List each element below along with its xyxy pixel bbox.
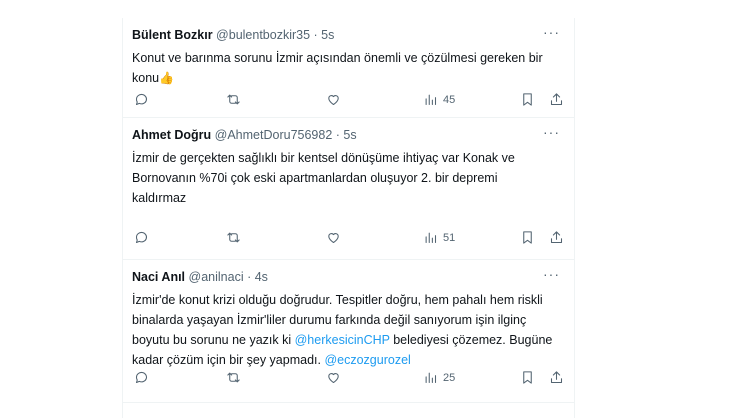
tweet-text-line: kaldırmaz xyxy=(132,191,187,205)
mention-link[interactable]: @herkesicinCHP xyxy=(295,333,390,347)
heart-icon xyxy=(328,233,339,244)
author-name[interactable]: Naci Anıl xyxy=(132,270,185,284)
tweet-feed: Bülent Bozkır @bulentbozkir35 · 5s ··· K… xyxy=(122,18,575,418)
retweet-icon xyxy=(227,372,240,383)
bookmark-icon xyxy=(523,371,532,384)
retweet-button[interactable] xyxy=(226,230,241,245)
views-button[interactable]: 51 xyxy=(423,230,455,245)
tweet-actions: 25 xyxy=(123,370,574,388)
tweet[interactable]: Bülent Bozkır @bulentbozkir35 · 5s ··· K… xyxy=(123,18,574,118)
tweet-text-line: kadar çözüm için bir şey yapmadı. @eczoz… xyxy=(132,350,557,370)
author-name[interactable]: Bülent Bozkır xyxy=(132,28,213,42)
tweet-text-fragment: belediyesi çözemez. Bugüne xyxy=(389,333,553,347)
tweet-text-fragment: konu xyxy=(132,71,160,85)
tweet-text: İzmir de gerçekten sağlıklı bir kentsel … xyxy=(132,148,557,208)
share-icon xyxy=(550,231,563,244)
more-options-icon[interactable]: ··· xyxy=(543,124,560,140)
bookmark-button[interactable] xyxy=(520,230,535,245)
bookmark-button[interactable] xyxy=(520,92,535,107)
author-handle[interactable]: @bulentbozkir35 · 5s xyxy=(216,28,334,42)
tweet-header: Bülent Bozkır @bulentbozkir35 · 5s xyxy=(132,28,334,42)
heart-icon xyxy=(328,95,339,106)
reply-icon xyxy=(135,371,147,384)
tweet-text-line: binalarda yaşayan İzmir'liler durumu far… xyxy=(132,313,527,327)
reply-icon xyxy=(135,231,147,244)
tweet-text-line: Konut ve barınma sorunu İzmir açısından … xyxy=(132,51,543,65)
bookmark-icon xyxy=(523,231,532,244)
author-handle[interactable]: @anilnaci · 4s xyxy=(189,270,268,284)
like-button[interactable] xyxy=(326,370,341,385)
views-icon xyxy=(425,94,437,106)
bookmark-icon xyxy=(523,93,532,106)
tweet-actions: 45 xyxy=(123,92,574,110)
tweet[interactable]: Ahmet Doğru @AhmetDoru756982 · 5s ··· İz… xyxy=(123,118,574,260)
tweet-text-line: İzmir de gerçekten sağlıklı bir kentsel … xyxy=(132,151,515,165)
views-button[interactable]: 25 xyxy=(423,370,455,385)
reply-icon xyxy=(135,93,147,106)
tweet-text-line: boyutu bu sorunu ne yazık ki @herkesicin… xyxy=(132,330,557,350)
tweet[interactable]: Naci Anıl @anilnaci · 4s ··· İzmir'de ko… xyxy=(123,260,574,403)
more-options-icon[interactable]: ··· xyxy=(543,24,560,40)
share-button[interactable] xyxy=(549,92,564,107)
views-count: 45 xyxy=(443,93,456,106)
views-count: 25 xyxy=(443,371,456,384)
reply-button[interactable] xyxy=(134,370,149,385)
views-icon xyxy=(425,232,437,244)
share-button[interactable] xyxy=(549,230,564,245)
retweet-button[interactable] xyxy=(226,92,241,107)
share-button[interactable] xyxy=(549,370,564,385)
views-button[interactable]: 45 xyxy=(423,92,455,107)
share-icon xyxy=(550,371,563,384)
like-button[interactable] xyxy=(326,230,341,245)
views-icon xyxy=(425,372,437,384)
like-button[interactable] xyxy=(326,92,341,107)
retweet-icon xyxy=(227,94,240,105)
retweet-button[interactable] xyxy=(226,370,241,385)
thumbs-up-emoji: 👍 xyxy=(159,71,175,85)
tweet-text: İzmir'de konut krizi olduğu doğrudur. Te… xyxy=(132,290,557,370)
more-options-icon[interactable]: ··· xyxy=(543,266,560,282)
tweet-text-line: İzmir'de konut krizi olduğu doğrudur. Te… xyxy=(132,293,543,307)
tweet-text-fragment: kadar çözüm için bir şey yapmadı. xyxy=(132,353,325,367)
mention-link[interactable]: @eczozgurozel xyxy=(324,353,410,367)
retweet-icon xyxy=(227,232,240,243)
reply-button[interactable] xyxy=(134,92,149,107)
author-name[interactable]: Ahmet Doğru xyxy=(132,128,211,142)
heart-icon xyxy=(328,373,339,384)
tweet-text-line: konu👍 xyxy=(132,68,557,88)
views-count: 51 xyxy=(443,231,456,244)
share-icon xyxy=(550,93,563,106)
author-handle[interactable]: @AhmetDoru756982 · 5s xyxy=(215,128,357,142)
tweet-text-fragment: boyutu bu sorunu ne yazık ki xyxy=(132,333,295,347)
tweet-header: Naci Anıl @anilnaci · 4s xyxy=(132,270,268,284)
tweet-text-line: Bornovanın %70i çok eski apartmanlardan … xyxy=(132,171,498,185)
tweet-header: Ahmet Doğru @AhmetDoru756982 · 5s xyxy=(132,128,357,142)
tweet-text: Konut ve barınma sorunu İzmir açısından … xyxy=(132,48,557,88)
bookmark-button[interactable] xyxy=(520,370,535,385)
tweet-actions: 51 xyxy=(123,230,574,248)
reply-button[interactable] xyxy=(134,230,149,245)
